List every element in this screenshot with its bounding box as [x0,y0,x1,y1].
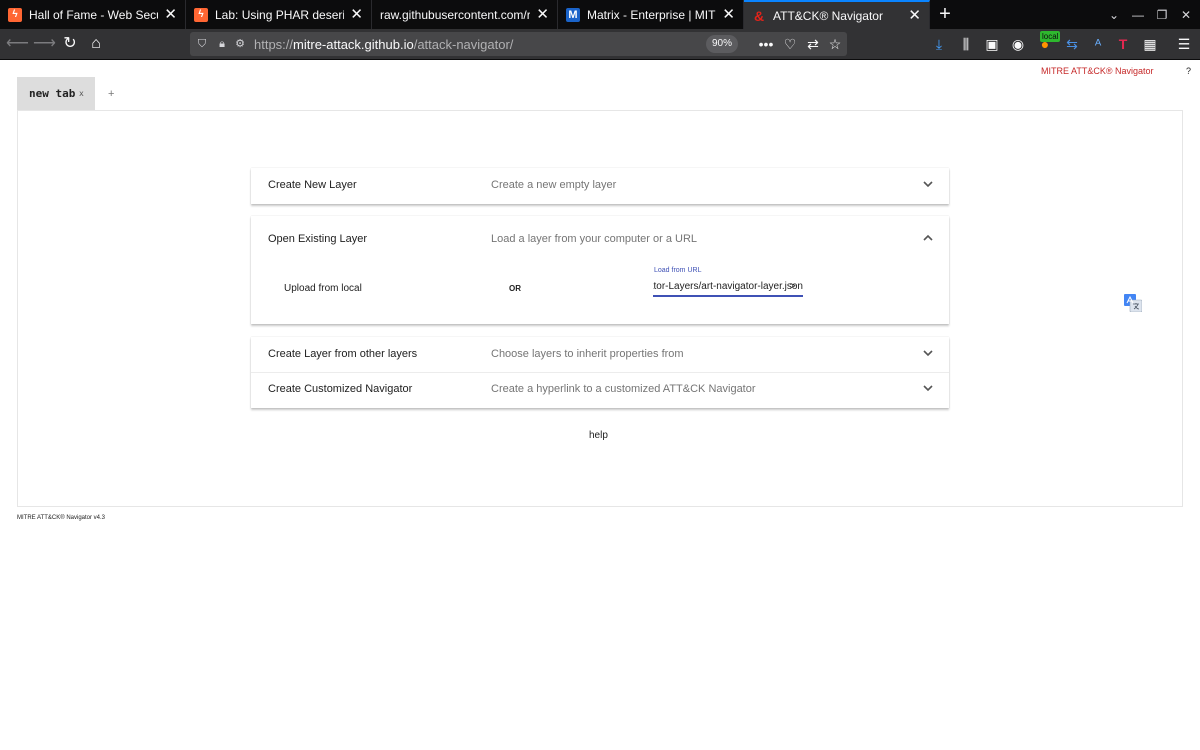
lightning-icon: ϟ [8,7,22,22]
translate-extension-icon[interactable]: ⇆ [1062,34,1082,54]
url-bar[interactable]: ⛉ 🔒︎ ⚙ https://mitre-attack.github.io/at… [190,32,847,56]
chevron-down-icon [923,350,933,357]
url-host: mitre-attack.github.io [293,37,414,52]
account-icon[interactable]: ◉ [1008,34,1028,54]
browser-tab-title: Hall of Fame - Web Security Ac [29,7,158,22]
browser-tab-title: Matrix - Enterprise | MITRE ATT [587,7,716,22]
extension-a-icon[interactable]: ᴬ [1088,34,1108,54]
forward-arrow-icon[interactable]: ⟶ [33,34,56,54]
mitre-m-icon: M [566,7,580,22]
url-path: /attack-navigator/ [413,37,514,52]
create-new-layer-panel: Create New Layer Create a new empty laye… [251,168,949,204]
browser-tab-attack-navigator[interactable]: & ATT&CK® Navigator ✕ [744,0,930,29]
layer-tab-new-tab[interactable]: new tab x [17,77,95,110]
section-title: Create Customized Navigator [268,383,413,395]
browser-tab-mitre-matrix[interactable]: M Matrix - Enterprise | MITRE ATT ✕ [558,0,744,29]
close-icon[interactable]: ✕ [536,7,549,22]
load-from-url-label: Load from URL [654,267,702,274]
section-title: Create Layer from other layers [268,348,418,360]
window-close-icon[interactable]: ✕ [1176,5,1196,25]
zoom-level-badge[interactable]: 90% [706,35,738,53]
home-icon[interactable]: ⌂ [86,34,106,54]
brand-link[interactable]: MITRE ATT&CK® Navigator [1041,66,1154,76]
or-label: OR [509,284,521,293]
add-tab-button[interactable]: + [108,88,114,100]
close-icon[interactable]: ✕ [350,7,363,22]
extension-t-icon[interactable]: T [1113,34,1133,54]
sidebar-icon[interactable]: ▣ [982,34,1002,54]
open-existing-layer-header[interactable]: Open Existing Layer Load a layer from yo… [251,222,949,258]
translate-icon[interactable]: ⇄ [803,34,823,54]
more-actions-icon[interactable]: ••• [756,34,776,54]
create-customized-navigator-header[interactable]: Create Customized Navigator Create a hyp… [251,372,949,408]
browser-tab-hall-of-fame[interactable]: ϟ Hall of Fame - Web Security Ac ✕ [0,0,186,29]
permissions-icon[interactable]: ⚙ [232,35,248,53]
chevron-down-icon [923,181,933,188]
shield-icon[interactable]: ⛉ [194,35,210,53]
open-existing-layer-panel: Open Existing Layer Load a layer from yo… [251,216,949,324]
chevron-up-icon [923,234,933,241]
other-layers-group: Create Layer from other layers Choose la… [251,337,949,408]
create-new-layer-header[interactable]: Create New Layer Create a new empty laye… [251,168,949,204]
back-arrow-icon[interactable]: ⟵ [6,34,29,54]
extensions-grid-icon[interactable]: ▦ [1140,34,1160,54]
library-icon[interactable]: ⫼ [956,34,976,54]
local-badge: local [1040,31,1061,42]
section-description: Load a layer from your computer or a URL [491,233,698,245]
section-description: Create a new empty layer [491,179,617,191]
minimize-icon[interactable]: — [1128,5,1148,25]
new-tab-plus-icon[interactable]: + [934,3,956,25]
browser-tab-raw-github[interactable]: raw.githubusercontent.com/redcan ✕ [372,0,558,29]
help-question-icon[interactable]: ? [1186,66,1191,76]
layer-tab-label: new tab [29,87,76,100]
browser-tab-title: raw.githubusercontent.com/redcan [380,7,531,22]
close-icon[interactable]: x [79,89,84,98]
create-layer-from-other-layers-header[interactable]: Create Layer from other layers Choose la… [251,337,949,373]
download-icon[interactable]: ⤓ [929,34,949,54]
browser-tab-title: ATT&CK® Navigator [773,8,883,23]
load-from-url-input[interactable] [653,277,803,297]
close-icon[interactable]: ✕ [722,7,735,22]
pocket-icon[interactable]: ♡ [780,34,800,54]
close-icon[interactable]: ✕ [164,7,177,22]
url-scheme: https:// [254,37,294,52]
url-text[interactable]: https://mitre-attack.github.io/attack-na… [254,37,513,52]
section-description: Create a hyperlink to a customized ATT&C… [491,383,756,395]
chevron-down-icon[interactable]: ⌄ [1104,5,1124,25]
restore-icon[interactable]: ❐ [1152,5,1172,25]
section-description: Choose layers to inherit properties from [491,348,684,360]
ampersand-icon: & [753,7,765,24]
load-url-submit-button[interactable]: > [790,281,796,292]
footer-version: MITRE ATT&CK® Navigator v4.3 [17,515,105,521]
browser-tab-phar-lab[interactable]: ϟ Lab: Using PHAR deserialization ✕ [186,0,372,29]
browser-tab-title: Lab: Using PHAR deserialization [215,7,345,22]
google-translate-icon[interactable] [1124,294,1142,312]
reload-icon[interactable]: ↻ [60,34,80,54]
upload-from-local-button[interactable]: Upload from local [284,283,362,294]
bookmark-star-icon[interactable]: ☆ [825,34,845,54]
close-icon[interactable]: ✕ [908,8,921,23]
section-title: Create New Layer [268,179,357,191]
section-title: Open Existing Layer [268,233,368,245]
lightning-icon: ϟ [194,7,208,22]
lock-icon[interactable]: 🔒︎ [214,35,230,53]
chevron-down-icon [923,385,933,392]
browser-tab-strip: ϟ Hall of Fame - Web Security Ac ✕ ϟ Lab… [0,0,1200,29]
help-link[interactable]: help [589,430,608,441]
hamburger-menu-icon[interactable]: ☰ [1174,34,1194,54]
